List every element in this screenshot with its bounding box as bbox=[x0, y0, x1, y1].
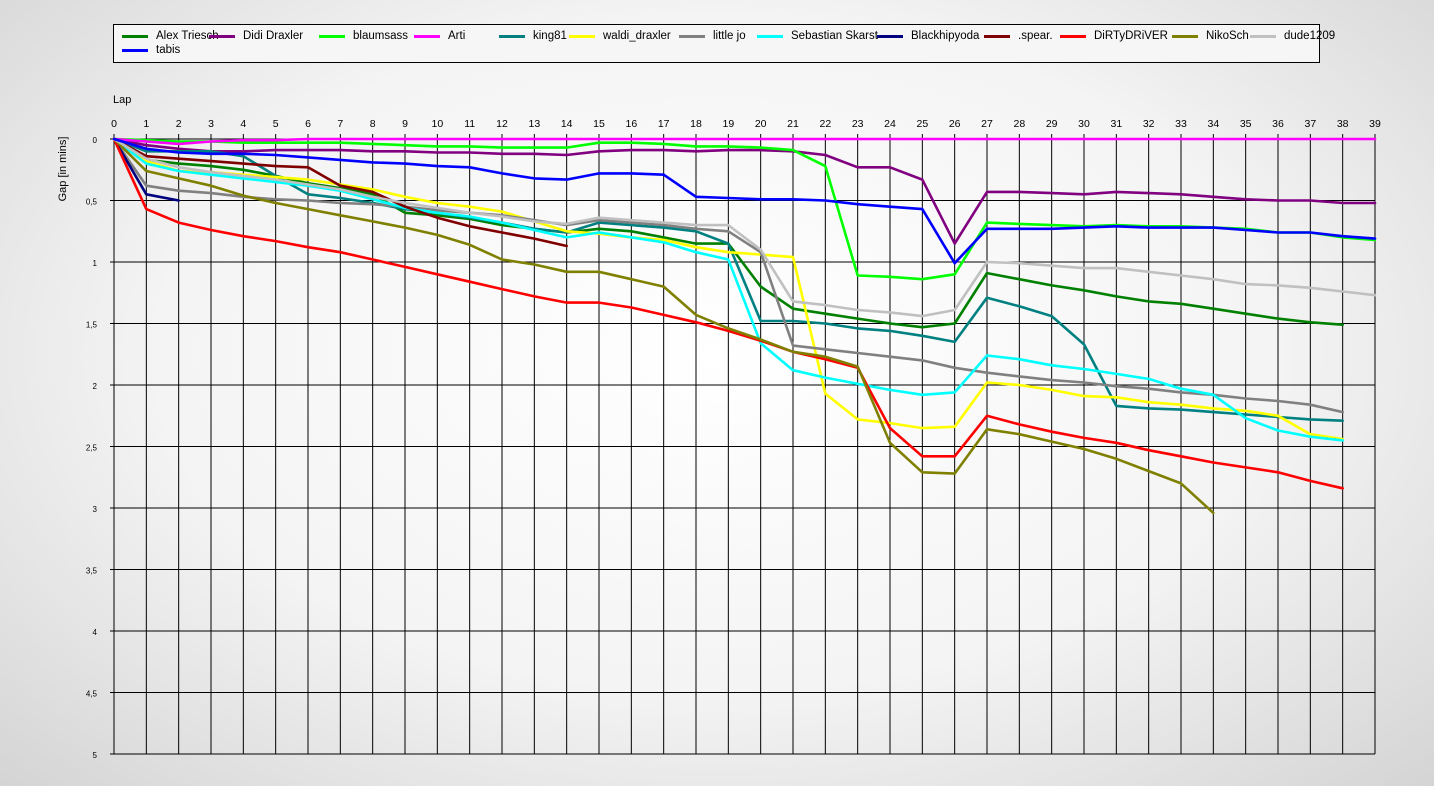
x-tick-label: 36 bbox=[1272, 118, 1284, 130]
legend-item: tabis bbox=[122, 43, 180, 57]
legend-swatch bbox=[1172, 34, 1198, 38]
legend-swatch bbox=[877, 34, 903, 38]
x-tick-label: 25 bbox=[916, 118, 928, 130]
legend-label: dude1209 bbox=[1284, 30, 1336, 42]
x-tick-label: 2 bbox=[176, 118, 182, 130]
legend-item: Blackhipyoda bbox=[877, 29, 979, 43]
legend-item: Didi Draxler bbox=[209, 29, 303, 43]
x-tick-label: 35 bbox=[1240, 118, 1252, 130]
legend-swatch bbox=[209, 34, 235, 38]
legend-label: Arti bbox=[448, 30, 466, 42]
x-tick-label: 16 bbox=[625, 118, 637, 130]
legend-label: blaumsass bbox=[353, 30, 408, 42]
y-tick-label: 2,5 bbox=[86, 444, 98, 453]
legend-item: Arti bbox=[414, 29, 465, 43]
x-tick-label: 30 bbox=[1078, 118, 1090, 130]
y-axis-label: Gap [in mins] bbox=[57, 137, 69, 202]
legend-item: little jo bbox=[679, 29, 746, 43]
x-tick-label: 32 bbox=[1143, 118, 1155, 130]
legend-swatch bbox=[569, 34, 595, 38]
legend-item: blaumsass bbox=[319, 29, 408, 43]
x-tick-label: 15 bbox=[593, 118, 605, 130]
x-tick-label: 13 bbox=[528, 118, 540, 130]
x-tick-label: 3 bbox=[208, 118, 214, 130]
x-tick-label: 11 bbox=[464, 118, 475, 130]
x-tick-label: 12 bbox=[496, 118, 508, 130]
legend-label: tabis bbox=[156, 44, 181, 56]
legend-item: king81 bbox=[499, 29, 567, 43]
x-tick-label: 17 bbox=[658, 118, 670, 130]
legend-label: Blackhipyoda bbox=[911, 30, 980, 42]
legend-label: NikoSch bbox=[1206, 30, 1249, 42]
legend-swatch bbox=[1060, 34, 1086, 38]
chart-series bbox=[112, 137, 1377, 515]
x-tick-label: 8 bbox=[370, 118, 376, 130]
legend-label: waldi_draxler bbox=[603, 30, 671, 42]
legend-item: waldi_draxler bbox=[569, 29, 671, 43]
x-tick-label: 9 bbox=[402, 118, 408, 130]
legend-item: Sebastian Skarst bbox=[757, 29, 878, 43]
chart-legend: Alex Triesch Didi Draxler blaumsass Arti kin… bbox=[113, 24, 1335, 63]
legend-swatch bbox=[757, 34, 783, 38]
y-tick-label: 3 bbox=[93, 505, 98, 514]
x-tick-label: 7 bbox=[337, 118, 343, 130]
legend-item: dude1209 bbox=[1250, 29, 1335, 43]
x-tick-label: 34 bbox=[1207, 118, 1219, 130]
y-tick-label: 0 bbox=[93, 136, 98, 145]
y-tick-label: 5 bbox=[93, 751, 98, 760]
x-tick-label: 39 bbox=[1369, 118, 1381, 130]
x-tick-label: 24 bbox=[884, 118, 896, 130]
legend-swatch bbox=[414, 34, 440, 38]
x-tick-label: 0 bbox=[111, 118, 117, 130]
legend-label: DiRTyDRiVER bbox=[1094, 30, 1168, 42]
y-tick-label: 0,5 bbox=[86, 198, 98, 207]
legend-label: Sebastian Skarst bbox=[791, 30, 878, 42]
legend-swatch bbox=[319, 34, 345, 38]
x-tick-label: 18 bbox=[690, 118, 702, 130]
legend-label: little jo bbox=[713, 30, 746, 42]
x-tick-label: 20 bbox=[755, 118, 767, 130]
chart-axes: 0 1 2 3 4 5 6 7 8 9 10 11 12 13 14 15 16 17 18 19 20 21 22 23 24… bbox=[86, 118, 1381, 760]
y-tick-label: 4 bbox=[93, 628, 98, 637]
y-tick-label: 2 bbox=[93, 382, 98, 391]
x-tick-label: 21 bbox=[787, 118, 799, 130]
lap-gap-chart: 0 1 2 3 4 5 6 7 8 9 10 11 12 13 14 15 16 17 18 19 20 21 22 23 24… bbox=[57, 94, 1381, 760]
chart-grid bbox=[113, 139, 1376, 755]
x-tick-label: 38 bbox=[1337, 118, 1349, 130]
x-tick-label: 23 bbox=[852, 118, 864, 130]
legend-item: Alex Triesch bbox=[122, 29, 219, 43]
x-tick-label: 5 bbox=[273, 118, 279, 130]
legend-swatch bbox=[122, 48, 148, 52]
x-tick-label: 1 bbox=[143, 118, 149, 130]
legend-label: king81 bbox=[533, 30, 567, 42]
legend-swatch bbox=[1250, 34, 1276, 38]
x-axis-label: Lap bbox=[113, 94, 131, 106]
x-tick-label: 6 bbox=[305, 118, 311, 130]
x-tick-label: 27 bbox=[981, 118, 993, 130]
legend-swatch bbox=[499, 34, 525, 38]
y-tick-label: 4,5 bbox=[86, 690, 98, 699]
y-tick-label: 1 bbox=[93, 259, 98, 268]
x-tick-label: 22 bbox=[819, 118, 831, 130]
legend-item: DiRTyDRiVER bbox=[1060, 29, 1168, 43]
x-tick-label: 4 bbox=[240, 118, 246, 130]
legend-item: .spear. bbox=[984, 29, 1053, 43]
legend-label: Didi Draxler bbox=[243, 30, 304, 42]
x-tick-label: 26 bbox=[949, 118, 961, 130]
legend-label: .spear. bbox=[1018, 30, 1053, 42]
y-tick-label: 1,5 bbox=[86, 321, 98, 330]
legend-swatch bbox=[122, 34, 148, 38]
x-tick-label: 29 bbox=[1046, 118, 1058, 130]
x-tick-label: 14 bbox=[561, 118, 573, 130]
x-tick-label: 28 bbox=[1013, 118, 1025, 130]
x-tick-label: 10 bbox=[431, 118, 443, 130]
x-tick-label: 31 bbox=[1110, 118, 1122, 130]
y-tick-label: 3,5 bbox=[86, 567, 98, 576]
x-tick-label: 33 bbox=[1175, 118, 1187, 130]
x-tick-label: 19 bbox=[722, 118, 734, 130]
legend-swatch bbox=[679, 34, 705, 38]
legend-swatch bbox=[984, 34, 1010, 38]
x-tick-label: 37 bbox=[1304, 118, 1316, 130]
legend-item: NikoSch bbox=[1172, 29, 1249, 43]
